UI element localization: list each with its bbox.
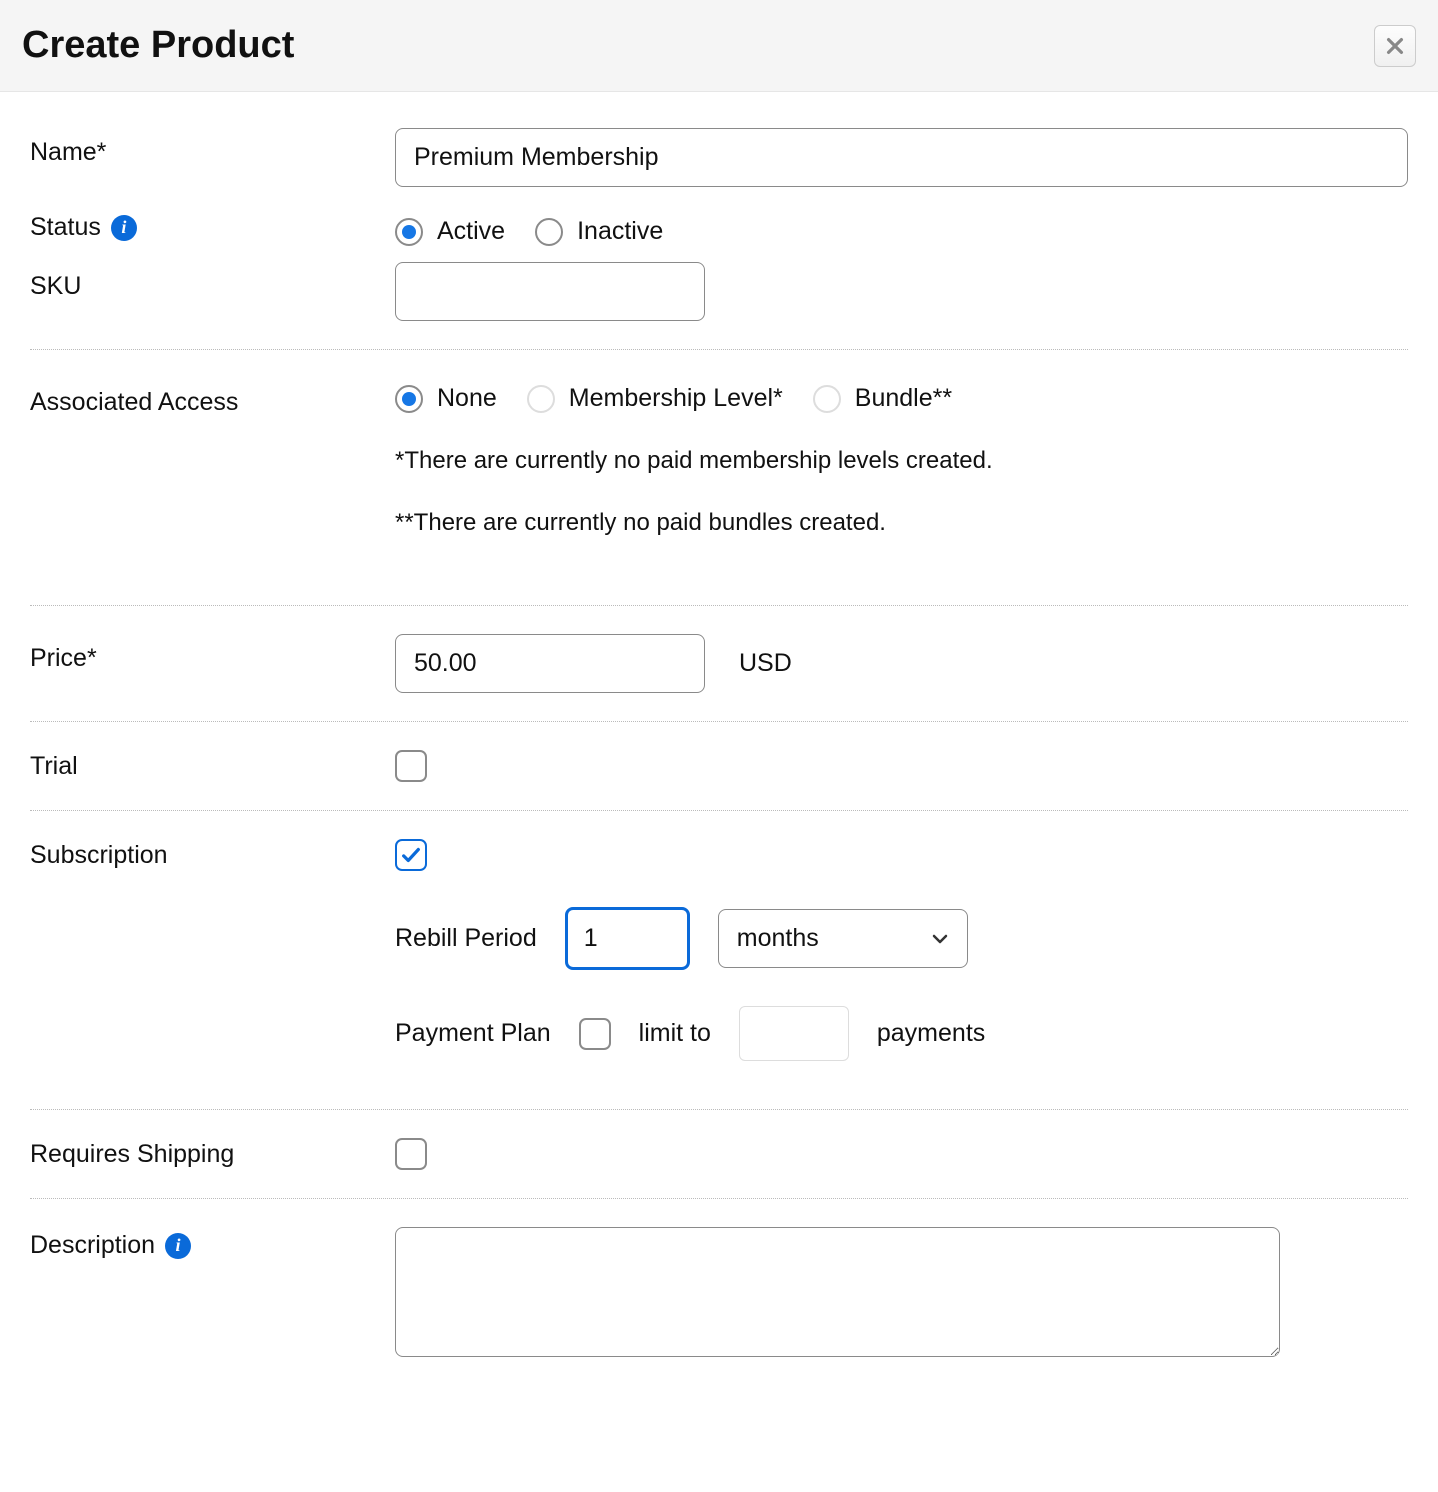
label-description: Description i	[30, 1227, 395, 1260]
limit-prefix: limit to	[639, 1019, 711, 1048]
modal-title: Create Product	[22, 24, 294, 67]
description-textarea[interactable]	[395, 1227, 1280, 1357]
label-status-text: Status	[30, 213, 101, 242]
section-divider	[30, 605, 1408, 606]
radio-label: None	[437, 384, 497, 413]
row-shipping: Requires Shipping	[30, 1130, 1408, 1178]
label-sku: SKU	[30, 262, 395, 301]
radio-access-membership[interactable]: Membership Level*	[527, 384, 783, 413]
info-icon[interactable]: i	[165, 1233, 191, 1259]
row-trial: Trial	[30, 742, 1408, 790]
name-input[interactable]	[395, 128, 1408, 187]
radio-icon	[395, 218, 423, 246]
radio-label: Active	[437, 217, 505, 246]
radio-access-bundle[interactable]: Bundle**	[813, 384, 952, 413]
rebill-label: Rebill Period	[395, 924, 537, 953]
rebill-row: Rebill Period	[395, 907, 1408, 970]
form-body: Name* Status i Active Inactive	[0, 92, 1438, 1391]
label-subscription: Subscription	[30, 839, 395, 870]
subscription-checkbox[interactable]	[395, 839, 427, 871]
radio-label: Membership Level*	[569, 384, 783, 413]
info-icon[interactable]: i	[111, 215, 137, 241]
radio-status-inactive[interactable]: Inactive	[535, 217, 663, 246]
payment-plan-label: Payment Plan	[395, 1019, 551, 1048]
shipping-checkbox[interactable]	[395, 1138, 427, 1170]
payment-plan-row: Payment Plan limit to payments	[395, 1006, 1408, 1061]
label-name: Name*	[30, 128, 395, 167]
label-description-text: Description	[30, 1231, 155, 1260]
section-divider	[30, 810, 1408, 811]
payment-limit-input[interactable]	[739, 1006, 849, 1061]
radio-access-none[interactable]: None	[395, 384, 497, 413]
section-divider	[30, 721, 1408, 722]
radio-icon	[535, 218, 563, 246]
radio-label: Bundle**	[855, 384, 952, 413]
close-icon	[1384, 35, 1406, 57]
currency-label: USD	[739, 649, 792, 678]
row-sku: SKU	[30, 254, 1408, 329]
section-divider	[30, 1109, 1408, 1110]
label-price: Price*	[30, 634, 395, 673]
sku-input[interactable]	[395, 262, 705, 321]
row-description: Description i	[30, 1219, 1408, 1371]
close-button[interactable]	[1374, 25, 1416, 67]
label-status: Status i	[30, 211, 395, 242]
rebill-period-input[interactable]	[565, 907, 690, 970]
label-access: Associated Access	[30, 378, 395, 417]
check-icon	[400, 844, 422, 866]
price-input[interactable]	[395, 634, 705, 693]
radio-label: Inactive	[577, 217, 663, 246]
note-bundle: **There are currently no paid bundles cr…	[395, 509, 1408, 537]
rebill-unit-select[interactable]	[718, 909, 968, 968]
row-access: Associated Access None Membership Level*…	[30, 370, 1408, 545]
label-trial: Trial	[30, 750, 395, 781]
payment-plan-checkbox[interactable]	[579, 1018, 611, 1050]
row-price: Price* USD	[30, 626, 1408, 701]
radio-icon	[527, 385, 555, 413]
create-product-modal: Create Product Name* Status i Active	[0, 0, 1438, 1391]
row-name: Name*	[30, 120, 1408, 195]
modal-header: Create Product	[0, 0, 1438, 92]
trial-checkbox[interactable]	[395, 750, 427, 782]
row-subscription: Subscription Rebill Period Payment Plan	[30, 831, 1408, 1069]
radio-icon	[813, 385, 841, 413]
label-shipping: Requires Shipping	[30, 1138, 395, 1169]
radio-icon	[395, 385, 423, 413]
radio-status-active[interactable]: Active	[395, 217, 505, 246]
note-membership: *There are currently no paid membership …	[395, 447, 1408, 475]
section-divider	[30, 1198, 1408, 1199]
section-divider	[30, 349, 1408, 350]
chevron-down-icon	[928, 927, 952, 951]
limit-suffix: payments	[877, 1019, 985, 1048]
row-status: Status i Active Inactive	[30, 195, 1408, 254]
